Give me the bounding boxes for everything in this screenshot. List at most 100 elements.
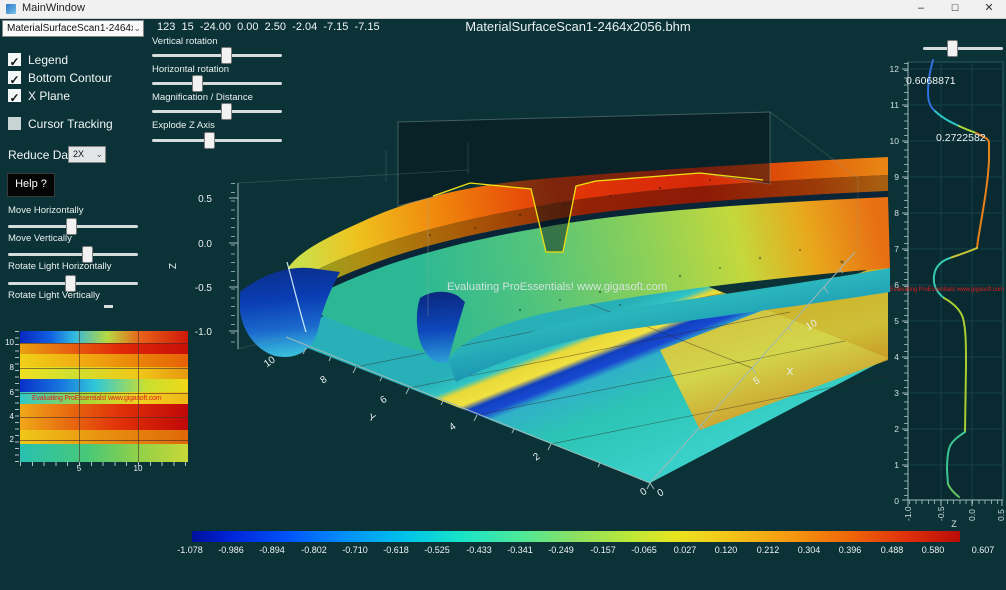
minimap-band [20,379,188,392]
explode-z-axis-slider[interactable] [152,132,282,149]
colorbar-label: -0.894 [252,545,292,555]
minimize-button[interactable]: – [904,0,938,18]
slider-track[interactable] [152,110,282,113]
profile-y-tick: 1 [894,460,899,470]
checkbox-label: Legend [28,53,68,67]
colorbar-label: -1.078 [170,545,210,555]
z-axis-title: Z [168,263,179,269]
slider-label: Rotate Light Horizontally [8,261,112,272]
slider-label: Move Vertically [8,233,72,244]
colorbar-label: -0.710 [335,545,375,555]
checkbox-cursor-tracking[interactable]: Cursor Tracking [8,115,113,129]
maximize-button[interactable]: ☐ [938,0,972,18]
y-tick-label: 4 [447,421,458,433]
y-tick-label: 2 [531,451,542,463]
checkbox-bottom-contour[interactable]: ✓ Bottom Contour [8,69,112,83]
profile-x-tick: -0.5 [936,506,946,521]
slider-track[interactable] [152,54,282,57]
window-titlebar: MainWindow – ☐ ✕ [0,0,1006,19]
chevron-down-icon: ⌄ [133,21,141,36]
minimap-y-tick: 2 [2,435,14,444]
colorbar-label: -0.433 [459,545,499,555]
checkbox-label: Bottom Contour [28,71,112,85]
profile-x-minor-ticks [909,500,1003,504]
minimap-band [20,343,188,354]
minimap-x-tick: 5 [73,464,85,473]
x-tick-label: 0 [656,487,667,500]
minimap-gridline [20,343,188,344]
colorbar-label: -0.525 [417,545,457,555]
profile-annotation: 0.6068871 [906,75,956,87]
rotate-light-vertically-slider[interactable] [104,305,113,308]
checkbox-label: X Plane [28,89,70,103]
horizontal-rotation-slider[interactable] [152,75,282,92]
window-title: MainWindow [22,2,85,14]
slider-label: Move Horizontally [8,205,84,216]
checkbox-box[interactable]: ✓ [8,71,21,84]
checkbox-box[interactable] [8,117,21,130]
slider-track[interactable] [152,139,282,142]
slider-track[interactable] [152,82,282,85]
minimap-band [20,331,188,343]
minimap-gridline [20,393,188,394]
checkbox-box[interactable]: ✓ [8,53,21,66]
colorbar-label: -0.802 [294,545,334,555]
slider-thumb[interactable] [221,103,232,120]
file-dropdown[interactable]: MaterialSurfaceScan1-2464x2056.bhm ⌄ [2,20,144,37]
colorbar-label: -0.986 [211,545,251,555]
reduce-data-dropdown[interactable]: 2X ⌄ [68,146,106,163]
checkbox-label: Cursor Tracking [28,117,113,131]
slider-thumb[interactable] [221,47,232,64]
slider-label: Explode Z Axis [152,120,215,131]
profile-minor-ticks [904,63,908,500]
surface-3d-chart: Evaluating ProEssentials! www.gigasoft.c… [0,0,1006,590]
watermark-text: Evaluating ProEssentials! www.gigasoft.c… [447,281,667,293]
close-button[interactable]: ✕ [972,0,1006,18]
chevron-down-icon: ⌄ [95,147,103,162]
z-tick-label: -0.5 [195,283,213,294]
slider-thumb[interactable] [947,40,958,57]
file-dropdown-value: MaterialSurfaceScan1-2464x2056.bhm [7,21,133,36]
profile-y-tick: 5 [894,316,899,326]
profile-y-tick: 4 [894,352,899,362]
magnification-distance-slider[interactable] [152,103,282,120]
checkbox-legend[interactable]: ✓ Legend [8,51,68,65]
profile-x-axis-title: Z [951,519,957,529]
minimap-x-minor-ticks [20,462,188,466]
minimap-gridline [20,440,188,441]
y-axis-title: Y [367,412,378,425]
minimap-y-tick: 10 [2,338,14,347]
minimap-band [20,430,188,444]
colorbar-label: 0.027 [665,545,705,555]
slider-track[interactable] [923,47,1003,50]
y-tick-label: 8 [318,374,329,386]
checkbox-box[interactable]: ✓ [8,89,21,102]
z-tick-label: 0.5 [198,194,212,205]
slider-thumb[interactable] [204,132,215,149]
colorbar-label: 0.304 [789,545,829,555]
profile-y-tick: 2 [894,424,899,434]
slider-label: Rotate Light Vertically [8,290,100,301]
help-button[interactable]: Help ? [7,173,55,197]
profile-y-tick: 11 [890,100,899,110]
colorbar-label: -0.249 [541,545,581,555]
check-icon: ✓ [9,55,19,69]
app-icon [6,4,16,14]
checkbox-x-plane[interactable]: ✓ X Plane [8,87,70,101]
minimap-x-tick: 10 [131,464,145,473]
y-tick-label: 10 [262,354,278,370]
check-icon: ✓ [9,73,19,87]
slider-track[interactable] [8,253,138,256]
chart-title: MaterialSurfaceScan1-2464x2056.bhm [150,19,1006,34]
profile-position-slider[interactable] [923,40,1003,57]
z-tick-label: -1.0 [195,327,213,338]
profile-y-tick: 9 [894,172,899,182]
slider-thumb[interactable] [192,75,203,92]
colorbar-label: 0.120 [706,545,746,555]
minimap-y-tick: 6 [2,388,14,397]
vertical-rotation-slider[interactable] [152,47,282,64]
x-axis-title: X [787,367,794,378]
slider-label: Horizontal rotation [152,64,229,75]
colorbar-label: -0.618 [376,545,416,555]
main-window: Evaluating ProEssentials! www.gigasoft.c… [0,0,1006,590]
